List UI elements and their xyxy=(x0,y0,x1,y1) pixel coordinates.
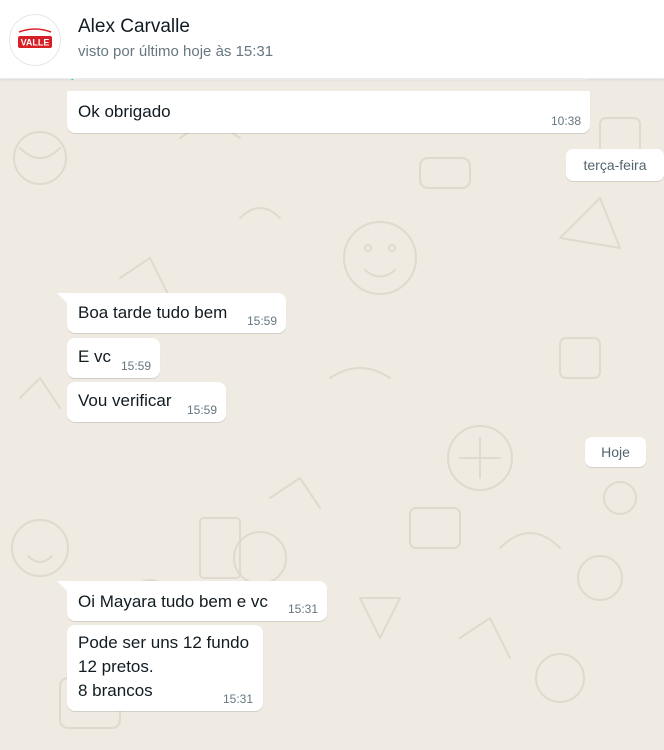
message-bubble-incoming[interactable]: Boa tarde tudo bem 15:59 xyxy=(67,293,286,333)
date-divider-today: Hoje xyxy=(585,437,646,467)
message-bubble-incoming[interactable]: Vou verificar 15:59 xyxy=(67,382,226,422)
message-text: Ok obrigado xyxy=(78,102,171,121)
message-bubble-incoming[interactable]: E vc 15:59 xyxy=(67,338,160,378)
message-text: Vou verificar xyxy=(78,391,172,410)
contact-name[interactable]: Alex Carvalle xyxy=(78,16,190,38)
avatar[interactable]: VALLE xyxy=(9,14,61,66)
svg-text:VALLE: VALLE xyxy=(21,38,50,48)
message-bubble-incoming[interactable]: Ok obrigado 10:38 xyxy=(67,91,590,133)
message-bubble-incoming[interactable]: Pode ser uns 12 fundo 12 pretos. 8 branc… xyxy=(67,625,263,711)
message-text: Boa tarde tudo bem xyxy=(78,303,228,322)
message-time: 15:31 xyxy=(287,602,318,616)
last-seen-status: visto por último hoje às 15:31 xyxy=(78,43,274,60)
message-time: 15:59 xyxy=(120,359,151,373)
chat-area[interactable]: Ok obrigado 10:38 terça-feira Boa tarde … xyxy=(0,78,664,750)
valle-logo-icon: VALLE xyxy=(13,18,57,62)
message-time: 10:38 xyxy=(550,114,581,128)
date-divider-tuesday: terça-feira xyxy=(566,149,664,181)
message-text: E vc xyxy=(78,347,112,366)
message-time: 15:59 xyxy=(186,403,217,417)
bubble-tail xyxy=(57,293,67,303)
message-text: Oi Mayara tudo bem e vc xyxy=(78,592,268,611)
chat-header: VALLE Alex Carvalle visto por último hoj… xyxy=(0,0,664,79)
message-time: 15:31 xyxy=(222,692,253,706)
bubble-tail xyxy=(57,581,67,591)
message-time: 15:59 xyxy=(246,314,277,328)
message-bubble-incoming[interactable]: Oi Mayara tudo bem e vc 15:31 xyxy=(67,581,327,621)
